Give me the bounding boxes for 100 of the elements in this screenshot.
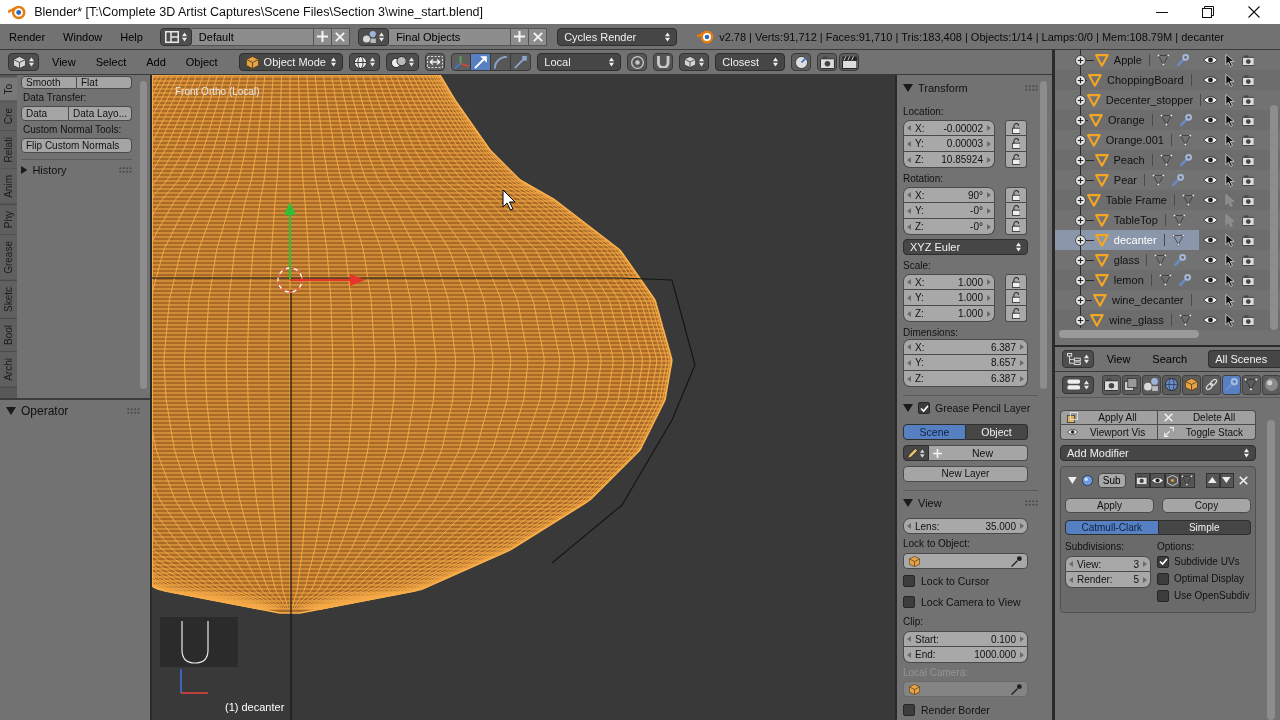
camera-icon[interactable] [1241, 254, 1255, 266]
panel-title[interactable]: Transform [918, 82, 968, 94]
eye-icon[interactable] [1202, 216, 1218, 224]
lock-toggle[interactable] [1005, 274, 1027, 290]
delete-button[interactable] [331, 27, 350, 46]
shelf-tab[interactable]: Grease [0, 235, 17, 282]
transform-tool-button[interactable] [491, 53, 512, 71]
outliner-row[interactable]: wine_decanter [1055, 290, 1199, 310]
checkbox[interactable] [1157, 589, 1169, 602]
menu-item[interactable]: Window [54, 30, 112, 43]
scrollbar-thumb[interactable] [1266, 420, 1275, 720]
outliner-row[interactable]: Apple [1055, 50, 1199, 70]
render-engine-dropdown[interactable]: Cycles Render [557, 27, 678, 46]
scrollbar-thumb[interactable] [1059, 330, 1199, 338]
wrench-icon[interactable] [1178, 274, 1191, 286]
shading-selector[interactable] [348, 53, 380, 71]
restore-icon[interactable] [1202, 6, 1214, 18]
expand-icon[interactable] [1075, 194, 1086, 206]
move-up-button[interactable] [1205, 472, 1220, 488]
object-name[interactable]: wine_decanter [1111, 294, 1184, 306]
disclosure-triangle-icon[interactable] [903, 84, 913, 92]
checkbox[interactable] [1157, 572, 1169, 585]
expand-icon[interactable] [1075, 314, 1086, 326]
mesh-data-icon[interactable] [1178, 134, 1192, 146]
menu-item[interactable]: Add [139, 56, 173, 68]
lock-toggle[interactable] [1005, 120, 1027, 136]
object-name[interactable]: Decenter_stopper [1105, 94, 1194, 106]
expand-icon[interactable] [1075, 234, 1086, 246]
menu-item[interactable]: Object [178, 56, 225, 68]
wrench-icon[interactable] [1179, 154, 1192, 166]
expand-icon[interactable] [1075, 94, 1086, 106]
camera-icon[interactable] [1241, 194, 1255, 206]
editor-type-selector[interactable] [1062, 375, 1094, 394]
camera-icon[interactable] [1241, 114, 1255, 126]
object-name[interactable]: Apple [1113, 54, 1142, 66]
data-transfer-button[interactable]: Data Layo... [69, 106, 132, 121]
modifier-action-button[interactable]: Apply [1065, 498, 1154, 513]
scene-selector[interactable] [357, 27, 390, 46]
eye-icon[interactable] [1202, 176, 1218, 184]
object-name[interactable]: lemon [1113, 274, 1144, 286]
checkbox-label[interactable]: Optimal Display [1174, 573, 1245, 584]
menu-item[interactable]: Help [111, 30, 152, 43]
outliner-row[interactable]: Pear [1055, 170, 1199, 190]
expand-icon[interactable] [1075, 254, 1086, 266]
data-transfer-button[interactable]: Data [21, 106, 70, 121]
wrench-icon[interactable] [1171, 174, 1184, 186]
drag-handle-icon[interactable] [1025, 500, 1038, 506]
expand-icon[interactable] [1075, 134, 1086, 146]
modifier-stack-button[interactable]: Toggle Stack [1158, 425, 1256, 440]
snap-toggle[interactable] [653, 53, 674, 71]
eye-icon[interactable] [1202, 136, 1218, 144]
shelf-tab[interactable]: Cre [0, 101, 17, 131]
checkbox-label[interactable]: Use OpenSubdiv [1174, 590, 1250, 601]
mode-dropdown[interactable]: Object Mode [238, 53, 343, 71]
wrench-icon[interactable] [1176, 54, 1189, 66]
expand-icon[interactable] [1075, 54, 1086, 66]
expand-icon[interactable] [1075, 274, 1086, 286]
modifier-name-field[interactable]: Sub [1097, 472, 1126, 488]
object-name[interactable]: Orange [1108, 114, 1145, 126]
object-name[interactable]: Orange.001 [1105, 134, 1164, 146]
eye-icon[interactable] [1202, 96, 1218, 104]
expand-icon[interactable] [1075, 114, 1086, 126]
drag-handle-icon[interactable] [119, 166, 132, 173]
new-button[interactable]: New [929, 445, 1028, 461]
mesh-data-icon[interactable] [1159, 154, 1173, 166]
shelf-tab[interactable]: Relati [0, 130, 17, 170]
eye-icon[interactable] [1202, 296, 1218, 304]
add-button[interactable] [511, 27, 530, 46]
disclosure-triangle-icon[interactable] [903, 499, 913, 507]
eye-icon[interactable] [1202, 56, 1218, 64]
properties-tab[interactable] [1101, 374, 1121, 395]
camera-icon[interactable] [1241, 314, 1255, 326]
menu-item[interactable]: Search [1143, 353, 1197, 365]
minimize-icon[interactable] [1156, 11, 1168, 13]
properties-tab[interactable] [1221, 374, 1241, 395]
snap-align-toggle[interactable] [791, 53, 812, 71]
drag-handle-icon[interactable] [127, 408, 140, 414]
menu-item[interactable]: View [45, 56, 83, 68]
add-button[interactable] [313, 27, 332, 46]
add-modifier-dropdown[interactable]: Add Modifier [1060, 445, 1256, 461]
scene-name-field[interactable]: Final Objects [389, 27, 512, 46]
lock-toggle[interactable] [1005, 187, 1027, 203]
properties-tab[interactable] [1201, 374, 1221, 395]
eye-icon[interactable] [1202, 316, 1218, 324]
shelf-tab[interactable]: Anim [0, 169, 17, 206]
object-field[interactable] [903, 553, 1028, 569]
properties-tab[interactable] [1121, 374, 1141, 395]
checkbox[interactable] [903, 704, 915, 716]
camera-icon[interactable] [1241, 294, 1255, 306]
properties-tab[interactable] [1181, 374, 1201, 395]
delete-button[interactable] [529, 27, 548, 46]
panel-title[interactable]: History [32, 163, 67, 176]
flip-normals-button[interactable]: Flip Custom Normals [21, 138, 132, 153]
camera-icon[interactable] [1241, 214, 1255, 226]
3d-viewport[interactable]: Front Ortho (Local) (1) decanter [152, 75, 895, 720]
camera-icon[interactable] [1241, 274, 1255, 286]
rotation-mode-dropdown[interactable]: XYZ Euler [903, 239, 1028, 255]
layout-name-field[interactable]: Default [191, 27, 314, 46]
camera-icon[interactable] [1241, 74, 1255, 86]
mesh-data-icon[interactable] [1171, 234, 1185, 246]
